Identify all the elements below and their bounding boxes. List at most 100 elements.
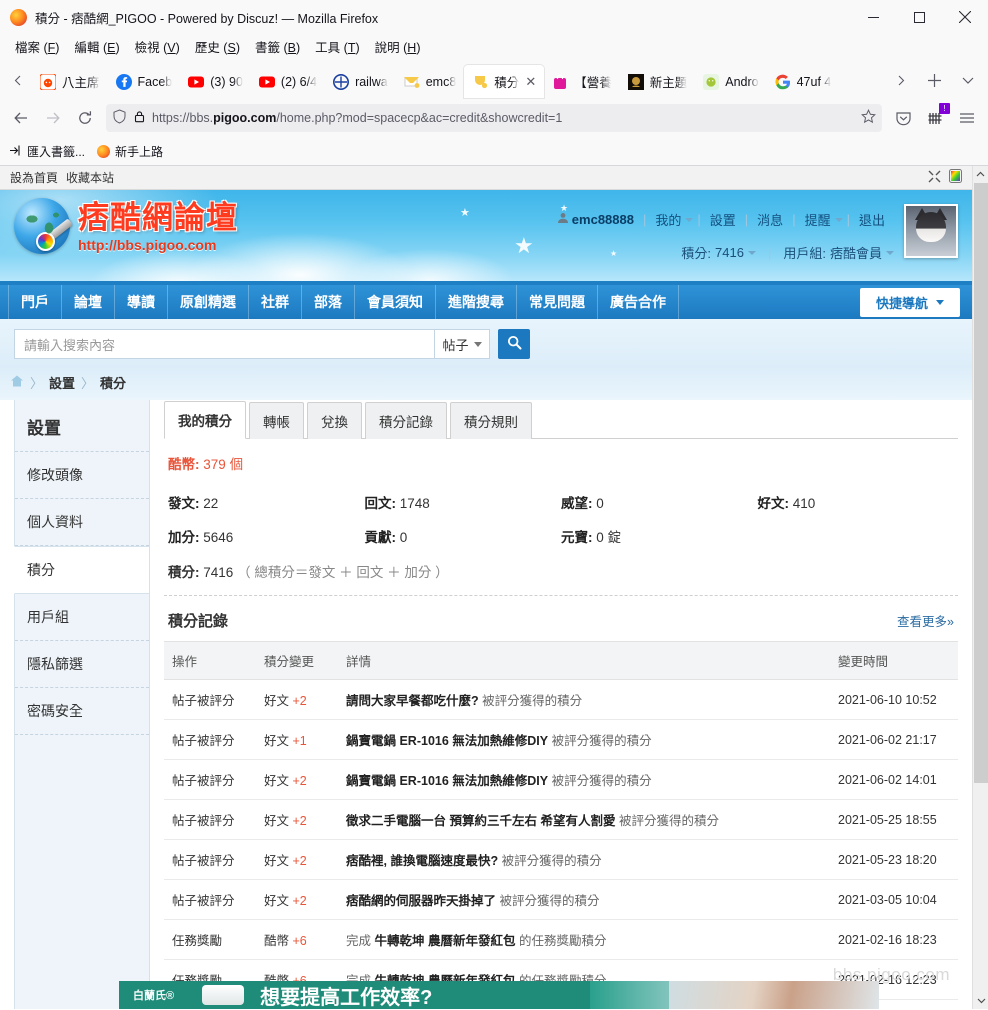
chevron-down-icon[interactable]: [886, 250, 894, 255]
browser-tab[interactable]: (3) 90: [180, 65, 251, 98]
user-link-settings[interactable]: 設置: [701, 210, 745, 229]
tab-credit-rules[interactable]: 積分規則: [450, 402, 532, 439]
menu-help[interactable]: 說明 (H): [368, 35, 428, 58]
ad-banner[interactable]: 白蘭氏® 想要提高工作效率?: [119, 981, 879, 1009]
chevron-down-icon[interactable]: [747, 250, 756, 255]
change-type: 好文: [264, 854, 290, 868]
detail-title[interactable]: 痞酷裡, 誰換電腦速度最快?: [346, 854, 498, 868]
tab-my-credit[interactable]: 我的積分: [164, 401, 246, 439]
favorite-site-link[interactable]: 收藏本站: [66, 169, 114, 186]
nav-item-ads[interactable]: 廣告合作: [598, 285, 679, 319]
browser-tab[interactable]: 八主席: [32, 65, 108, 98]
nav-item-forum[interactable]: 論壇: [62, 285, 115, 319]
detail-title[interactable]: 鍋寶電鍋 ER-1016 無法加熱維修DIY: [346, 774, 548, 788]
tab-exchange[interactable]: 兌換: [307, 402, 362, 439]
menu-edit[interactable]: 編輯 (E): [67, 35, 126, 58]
home-icon[interactable]: [10, 374, 24, 391]
browser-tab[interactable]: (2) 6/4: [251, 65, 325, 98]
search-input[interactable]: 請輸入搜索內容: [14, 329, 434, 359]
nav-item-original[interactable]: 原創精選: [168, 285, 249, 319]
scroll-up-icon[interactable]: [973, 166, 988, 183]
sidebar-item-credit[interactable]: 積分: [14, 546, 149, 594]
menu-tools[interactable]: 工具 (T): [308, 35, 366, 58]
breadcrumb-item-credit[interactable]: 積分: [100, 373, 126, 392]
browser-tab[interactable]: 新主題: [620, 65, 696, 98]
scroll-down-icon[interactable]: [973, 992, 988, 1009]
user-links-row: emc88888 | 我的 | 設置 | 消息 | 提醒 | 退出: [557, 210, 894, 229]
address-bar[interactable]: https://bbs.pigoo.com/home.php?mod=space…: [106, 104, 882, 132]
minimize-button[interactable]: [850, 0, 896, 34]
menu-bookmarks[interactable]: 書籤 (B): [248, 35, 307, 58]
tab-label: Faceb: [137, 74, 173, 89]
sidebar-item-privacy[interactable]: 隱私篩選: [15, 641, 149, 688]
user-link-notifications[interactable]: 提醒: [796, 210, 840, 229]
sidebar-item-usergroup[interactable]: 用戶組: [15, 594, 149, 641]
bookmark-import[interactable]: 匯入書籤...: [9, 143, 85, 160]
nav-item-advanced-search[interactable]: 進階搜尋: [436, 285, 517, 319]
nav-item-group[interactable]: 社群: [249, 285, 302, 319]
collapse-icon[interactable]: [928, 170, 941, 186]
search-button[interactable]: [498, 329, 530, 359]
detail-title[interactable]: 鍋寶電鍋 ER-1016 無法加熱維修DIY: [346, 734, 548, 748]
browser-tab[interactable]: Andro: [695, 65, 766, 98]
site-logo[interactable]: 痞酷網論壇 http://bbs.pigoo.com: [14, 198, 238, 254]
forward-icon[interactable]: [38, 103, 68, 133]
browser-tab[interactable]: emc8: [396, 65, 465, 98]
nav-item-faq[interactable]: 常見問題: [517, 285, 598, 319]
scroll-left-icon[interactable]: [4, 62, 32, 98]
avatar[interactable]: [904, 204, 958, 258]
nav-item-blog[interactable]: 部落: [302, 285, 355, 319]
nav-item-notice[interactable]: 會員須知: [355, 285, 436, 319]
close-button[interactable]: [942, 0, 988, 34]
tab-credit-log[interactable]: 積分記錄: [365, 402, 447, 439]
lock-icon[interactable]: [133, 110, 146, 126]
navigation-toolbar: https://bbs.pigoo.com/home.php?mod=space…: [0, 98, 988, 138]
reload-icon[interactable]: [70, 103, 100, 133]
nav-item-portal[interactable]: 門戶: [8, 285, 62, 319]
detail-title[interactable]: 請問大家早餐都吃什麼?: [346, 694, 479, 708]
menu-view[interactable]: 檢視 (V): [128, 35, 187, 58]
back-icon[interactable]: [6, 103, 36, 133]
menu-history[interactable]: 歷史 (S): [188, 35, 247, 58]
detail-title[interactable]: 痞酷網的伺服器昨天掛掉了: [346, 894, 496, 908]
browser-tab[interactable]: 【營養: [544, 65, 620, 98]
breadcrumb-item-settings[interactable]: 設置: [49, 373, 75, 392]
set-home-link[interactable]: 設為首頁: [10, 169, 58, 186]
change-type: 好文: [264, 694, 290, 708]
user-link-my[interactable]: 我的: [646, 210, 690, 229]
view-more-link[interactable]: 查看更多»: [897, 611, 954, 630]
color-palette-icon[interactable]: [949, 169, 962, 186]
tab-transfer[interactable]: 轉帳: [249, 402, 304, 439]
browser-tab[interactable]: Faceb: [108, 65, 181, 98]
browser-tab[interactable]: 47uf 4: [767, 65, 840, 98]
detail-sub: 被評分獲得的積分: [499, 894, 600, 908]
scrollbar-thumb[interactable]: [974, 183, 988, 783]
bookmark-getting-started[interactable]: 新手上路: [97, 143, 163, 160]
reddit-icon: [39, 73, 57, 90]
browser-tab-active[interactable]: 積分 ✕: [464, 65, 545, 98]
page-scrollbar[interactable]: [972, 166, 988, 1009]
detail-title[interactable]: 徵求二手電腦一台 預算約三千左右 希望有人割愛: [346, 814, 615, 828]
user-link-messages[interactable]: 消息: [748, 210, 792, 229]
nav-item-guide[interactable]: 導讀: [115, 285, 168, 319]
shield-icon[interactable]: [112, 109, 127, 127]
close-icon[interactable]: ✕: [525, 75, 536, 88]
hamburger-menu-icon[interactable]: [952, 103, 982, 133]
new-tab-icon[interactable]: [918, 64, 950, 96]
extension-icon[interactable]: !: [920, 103, 950, 133]
coin-value: 379: [203, 457, 226, 472]
sidebar-item-profile[interactable]: 個人資料: [15, 499, 149, 546]
sidebar-item-password[interactable]: 密碼安全: [15, 688, 149, 735]
search-scope-select[interactable]: 帖子: [434, 329, 490, 359]
maximize-button[interactable]: [896, 0, 942, 34]
scroll-right-icon[interactable]: [884, 64, 916, 96]
star-icon[interactable]: [861, 109, 876, 127]
detail-title[interactable]: 牛轉乾坤 農曆新年發紅包: [375, 934, 516, 948]
quick-nav-button[interactable]: 快捷導航: [859, 287, 960, 317]
user-link-logout[interactable]: 退出: [850, 210, 894, 229]
sidebar-item-avatar[interactable]: 修改頭像: [15, 452, 149, 499]
menu-file[interactable]: 檔案 (F): [8, 35, 66, 58]
browser-tab[interactable]: railwa: [325, 65, 396, 98]
list-all-tabs-icon[interactable]: [952, 64, 984, 96]
pocket-icon[interactable]: [888, 103, 918, 133]
